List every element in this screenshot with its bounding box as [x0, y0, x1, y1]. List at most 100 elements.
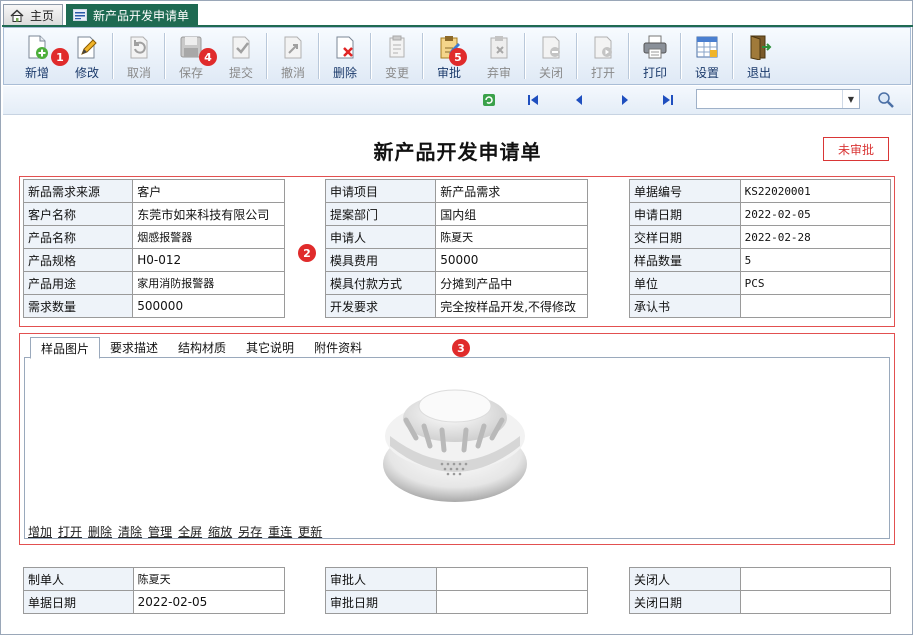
image-action-link[interactable]: 打开: [58, 523, 82, 540]
detail-tab[interactable]: 要求描述: [100, 337, 168, 357]
tab-new-product-request[interactable]: 新产品开发申请单: [66, 4, 199, 25]
field-label: 需求数量: [22, 294, 134, 318]
previous-record-button[interactable]: [571, 92, 587, 108]
change-button-label: 变更: [384, 66, 409, 80]
first-record-button[interactable]: [525, 92, 541, 108]
tab-home-label: 主页: [30, 8, 55, 23]
submit-button[interactable]: 提交: [216, 28, 266, 84]
form-row: 申请日期 2022-02-05: [629, 202, 892, 226]
field-label: 开发要求: [324, 294, 437, 318]
field-value[interactable]: [739, 567, 892, 591]
change-button[interactable]: 变更: [372, 28, 422, 84]
refresh-button[interactable]: [481, 92, 497, 108]
field-value[interactable]: 分摊到产品中: [435, 271, 588, 295]
close-button[interactable]: 关闭: [526, 28, 576, 84]
field-value[interactable]: 客户: [132, 179, 285, 203]
field-value[interactable]: 500000: [132, 294, 285, 318]
field-label: 单位: [629, 271, 741, 295]
form-row: 申请项目 新产品需求: [324, 179, 588, 203]
field-value[interactable]: 50000: [435, 248, 588, 272]
printer-icon: [643, 35, 667, 59]
print-button[interactable]: 打印: [630, 28, 680, 84]
new-button-label: 新增: [24, 66, 49, 80]
settings-table-icon: [696, 36, 718, 58]
close-document-icon: [542, 36, 560, 59]
field-value[interactable]: 新产品需求: [435, 179, 588, 203]
detail-tabs: 样品图片 要求描述 结构材质 其它说明 附件资料: [30, 337, 372, 359]
image-action-link[interactable]: 全屏: [178, 523, 202, 540]
callout-badge-2: 2: [298, 244, 316, 262]
field-value[interactable]: 2022-02-05: [132, 590, 286, 614]
field-value[interactable]: 陈夏天: [132, 567, 286, 591]
image-action-link[interactable]: 清除: [118, 523, 142, 540]
field-label: 产品规格: [22, 248, 134, 272]
tab-home[interactable]: 主页: [3, 4, 64, 25]
settings-button[interactable]: 设置: [682, 28, 732, 84]
form-row: 需求数量 500000: [22, 294, 285, 318]
settings-button-label: 设置: [694, 66, 719, 80]
field-label: 申请人: [324, 225, 437, 249]
field-label: 单据日期: [23, 590, 134, 614]
sample-image-panel: [24, 357, 890, 539]
form-row: 单据日期 2022-02-05: [23, 590, 286, 614]
footer-table-left: 制单人 陈夏天 单据日期 2022-02-05: [23, 567, 286, 614]
search-button[interactable]: [877, 91, 895, 109]
detail-tab[interactable]: 结构材质: [168, 337, 236, 357]
field-value[interactable]: 2022-02-28: [739, 225, 892, 249]
field-value[interactable]: 5: [739, 248, 892, 272]
callout-badge-5: 5: [449, 48, 467, 66]
form-row: 申请人 陈夏天: [324, 225, 588, 249]
abandon-button[interactable]: 弃审: [474, 28, 524, 84]
cancel-button[interactable]: 取消: [114, 28, 164, 84]
undo-icon: [130, 36, 148, 59]
detail-tab[interactable]: 样品图片: [30, 337, 101, 359]
field-value[interactable]: 2022-02-05: [739, 202, 892, 226]
field-value[interactable]: [435, 567, 589, 591]
field-value[interactable]: 陈夏天: [435, 225, 588, 249]
field-value[interactable]: 家用消防报警器: [132, 271, 285, 295]
smoke-detector-image: [383, 389, 527, 502]
open-button[interactable]: 打开: [578, 28, 628, 84]
field-value[interactable]: [739, 590, 892, 614]
form-row: 提案部门 国内组: [324, 202, 588, 226]
field-value[interactable]: PCS: [739, 271, 892, 295]
last-record-icon: [663, 95, 673, 105]
callout-badge-1: 1: [51, 48, 69, 66]
field-value[interactable]: H0-012: [132, 248, 285, 272]
field-label: 关闭日期: [629, 590, 741, 614]
image-action-link[interactable]: 增加: [28, 523, 52, 540]
image-action-link[interactable]: 删除: [88, 523, 112, 540]
field-value[interactable]: [435, 590, 589, 614]
edit-button[interactable]: 修改: [62, 28, 112, 84]
image-action-links: 增加 打开 删除 清除 管理 全屏 缩放 另存 重连 更新: [28, 523, 322, 540]
approve-button-label: 审批: [436, 66, 461, 80]
exit-button[interactable]: 退出: [734, 28, 784, 84]
field-label: 审批人: [325, 567, 437, 591]
form-row: 客户名称 东莞市如来科技有限公司: [22, 202, 285, 226]
delete-button[interactable]: 删除: [320, 28, 370, 84]
field-value[interactable]: [739, 294, 892, 318]
image-action-link[interactable]: 重连: [268, 523, 292, 540]
next-record-button[interactable]: [617, 92, 633, 108]
submit-icon: [232, 36, 250, 59]
image-action-link[interactable]: 更新: [298, 523, 322, 540]
revoke-button[interactable]: 撤消: [268, 28, 318, 84]
detail-tab[interactable]: 附件资料: [304, 337, 372, 357]
search-combo-box[interactable]: ▼: [696, 89, 860, 109]
field-value[interactable]: 完全按样品开发,不得修改: [435, 294, 588, 318]
image-action-link[interactable]: 管理: [148, 523, 172, 540]
detail-tab[interactable]: 其它说明: [236, 337, 304, 357]
field-value[interactable]: KS22020001: [739, 179, 892, 203]
field-value[interactable]: 国内组: [435, 202, 588, 226]
field-value[interactable]: 东莞市如来科技有限公司: [132, 202, 285, 226]
last-record-button[interactable]: [660, 92, 676, 108]
chevron-down-icon[interactable]: ▼: [842, 90, 859, 108]
field-label: 模具费用: [324, 248, 437, 272]
field-label: 申请项目: [324, 179, 437, 203]
field-value[interactable]: 烟感报警器: [132, 225, 285, 249]
image-action-link[interactable]: 另存: [238, 523, 262, 540]
callout-badge-3: 3: [452, 339, 470, 357]
document-tabs: 主页 新产品开发申请单: [3, 4, 199, 26]
image-action-link[interactable]: 缩放: [208, 523, 232, 540]
form-row: 新品需求来源 客户: [22, 179, 285, 203]
